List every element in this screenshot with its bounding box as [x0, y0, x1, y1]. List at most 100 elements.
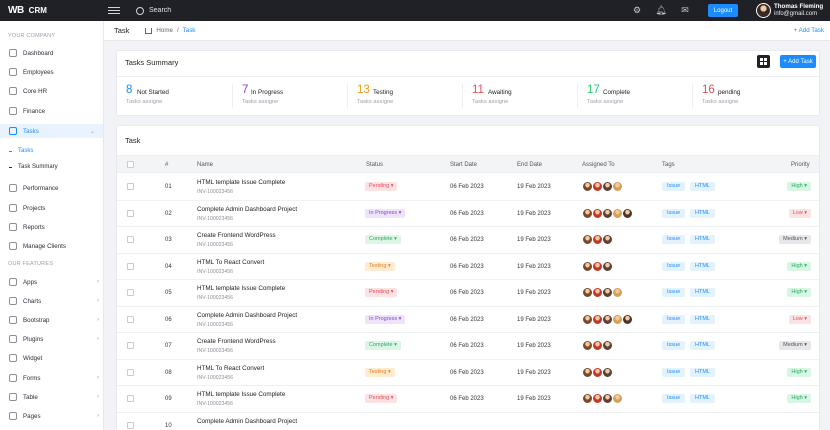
task-name[interactable]: Complete Admin Dashboard Project — [197, 312, 297, 319]
sidebar-item-pages[interactable]: Pages › — [9, 410, 99, 422]
table-row[interactable]: 01 HTML template Issue Complete INV-100023… — [117, 174, 819, 201]
row-checkbox[interactable] — [127, 368, 134, 376]
status-badge[interactable]: Pending ▾ — [365, 394, 398, 403]
task-name[interactable]: HTML template Issue Complete — [197, 179, 285, 186]
sidebar-subitem-tasks[interactable]: Tasks — [9, 148, 33, 154]
sidebar-item-finance[interactable]: Finance — [9, 105, 99, 117]
status-badge[interactable]: Testing ▾ — [365, 367, 395, 377]
settings-icon[interactable]: ⚙ — [632, 5, 642, 15]
priority-badge[interactable]: Medium ▾ — [779, 235, 811, 244]
avatar[interactable] — [622, 207, 633, 219]
grid-view-button[interactable] — [757, 55, 770, 68]
avatar[interactable] — [602, 260, 613, 272]
status-badge[interactable]: Pending ▾ — [365, 182, 398, 191]
status-badge[interactable]: Complete ▾ — [365, 341, 401, 350]
header-tags: Tags — [662, 162, 675, 168]
row-number: 02 — [165, 210, 172, 217]
avatar[interactable] — [756, 3, 771, 18]
sidebar-item-charts[interactable]: Charts › — [9, 295, 99, 307]
sidebar-item-widget[interactable]: Widget — [9, 352, 99, 364]
table-row[interactable]: 04 HTML To React Convert INV-100023456 Test… — [117, 254, 819, 280]
row-checkbox[interactable] — [127, 183, 134, 190]
row-checkbox[interactable] — [127, 236, 134, 243]
row-checkbox[interactable] — [127, 289, 134, 296]
row-checkbox[interactable] — [127, 421, 134, 429]
sidebar-item-table[interactable]: Table › — [9, 391, 99, 403]
avatar[interactable] — [622, 313, 633, 325]
sidebar-item-performance[interactable]: Performance — [9, 182, 99, 194]
row-checkbox[interactable] — [127, 315, 134, 323]
assignee-avatars — [582, 207, 633, 219]
menu-toggle-icon[interactable] — [108, 7, 120, 14]
avatar[interactable] — [612, 287, 623, 298]
table-row[interactable]: 09 HTML template Issue Complete INV-100023… — [117, 386, 819, 413]
task-name[interactable]: Create Frontend WordPress — [197, 232, 276, 239]
logout-button[interactable]: Logout — [708, 4, 738, 17]
priority-badge[interactable]: High ▾ — [787, 367, 811, 377]
row-checkbox[interactable] — [127, 209, 134, 217]
status-badge[interactable]: In Progress ▾ — [365, 314, 406, 324]
priority-badge[interactable]: Low ▾ — [788, 208, 811, 218]
priority-badge[interactable]: Low ▾ — [788, 314, 811, 324]
status-badge[interactable]: In Progress ▾ — [365, 208, 406, 218]
row-number: 06 — [165, 316, 172, 323]
search-input[interactable] — [149, 7, 299, 14]
sidebar-item-projects[interactable]: Projects — [9, 202, 99, 214]
add-task-button[interactable]: + Add Task — [780, 55, 816, 68]
mail-icon[interactable]: ✉ — [680, 5, 690, 15]
priority-badge[interactable]: High ▾ — [787, 394, 811, 403]
sidebar-item-manage-clients[interactable]: Manage Clients — [9, 240, 99, 252]
table-row[interactable]: 07 Create Frontend WordPress INV-100023456… — [117, 333, 819, 360]
table-row[interactable]: 08 HTML To React Convert INV-100023456 Test… — [117, 360, 819, 386]
row-checkbox[interactable] — [127, 395, 134, 402]
priority-badge[interactable]: Medium ▾ — [779, 341, 811, 350]
task-name[interactable]: Complete Admin Dashboard Project — [197, 206, 297, 213]
priority-badge[interactable]: High ▾ — [787, 288, 811, 297]
task-name[interactable]: Create Frontend WordPress — [197, 338, 276, 345]
select-all-checkbox[interactable] — [127, 161, 134, 168]
status-badge[interactable]: Pending ▾ — [365, 288, 398, 297]
breadcrumb-home[interactable]: Home — [156, 27, 173, 34]
avatar[interactable] — [602, 234, 613, 245]
home-icon[interactable] — [145, 27, 153, 34]
stat-label: Testing — [373, 89, 393, 96]
row-checkbox[interactable] — [127, 342, 134, 349]
priority-badge[interactable]: High ▾ — [787, 182, 811, 191]
brand[interactable]: WB CRM — [0, 5, 104, 16]
user-info[interactable]: Thomas Fleming info@gmail.com — [774, 3, 823, 18]
status-badge[interactable]: Testing ▾ — [365, 261, 395, 271]
avatar[interactable] — [612, 393, 623, 404]
table-row[interactable]: 02 Complete Admin Dashboard Project INV-10… — [117, 201, 819, 227]
add-task-link[interactable]: + Add Task — [794, 27, 824, 34]
table-row[interactable]: 05 HTML template Issue Complete INV-100023… — [117, 280, 819, 307]
task-name[interactable]: HTML To React Convert — [197, 365, 264, 372]
sidebar-item-core-hr[interactable]: Core HR — [9, 85, 99, 97]
table-row[interactable]: 06 Complete Admin Dashboard Project INV-10… — [117, 307, 819, 333]
tag-badge: HTML — [690, 182, 715, 191]
sidebar-item-employees[interactable]: Employees — [9, 66, 99, 78]
sidebar-item-reports[interactable]: Reports — [9, 221, 99, 233]
table-row[interactable]: 10 Complete Admin Dashboard Project — [117, 413, 819, 430]
sidebar-item-bootstrap[interactable]: Bootstrap › — [9, 314, 99, 326]
sidebar-item-dashboard[interactable]: Dashboard — [9, 47, 99, 59]
task-name[interactable]: HTML template Issue Complete — [197, 391, 285, 398]
avatar[interactable] — [602, 340, 613, 351]
table-row[interactable]: 03 Create Frontend WordPress INV-100023456… — [117, 227, 819, 254]
task-name[interactable]: HTML template Issue Complete — [197, 285, 285, 292]
stat-count: 7 — [242, 84, 249, 96]
status-badge[interactable]: Complete ▾ — [365, 235, 401, 244]
avatar[interactable] — [602, 366, 613, 378]
sidebar-item-tasks[interactable]: Tasks ⌄ — [0, 124, 103, 138]
sidebar-item-forms[interactable]: Forms › — [9, 372, 99, 384]
sidebar-item-apps[interactable]: Apps › — [9, 276, 99, 288]
sidebar-subitem-task-summary[interactable]: Task Summary — [9, 164, 58, 170]
avatar[interactable] — [612, 181, 623, 192]
priority-badge[interactable]: High ▾ — [787, 261, 811, 271]
task-name[interactable]: Complete Admin Dashboard Project — [197, 418, 297, 425]
row-checkbox[interactable] — [127, 262, 134, 270]
sidebar-item-plugins[interactable]: Plugins › — [9, 333, 99, 345]
start-date: 06 Feb 2023 — [450, 237, 484, 243]
bell-icon[interactable]: 🔔︎ — [655, 5, 666, 15]
task-name[interactable]: HTML To React Convert — [197, 259, 264, 266]
search-box[interactable] — [136, 4, 336, 18]
